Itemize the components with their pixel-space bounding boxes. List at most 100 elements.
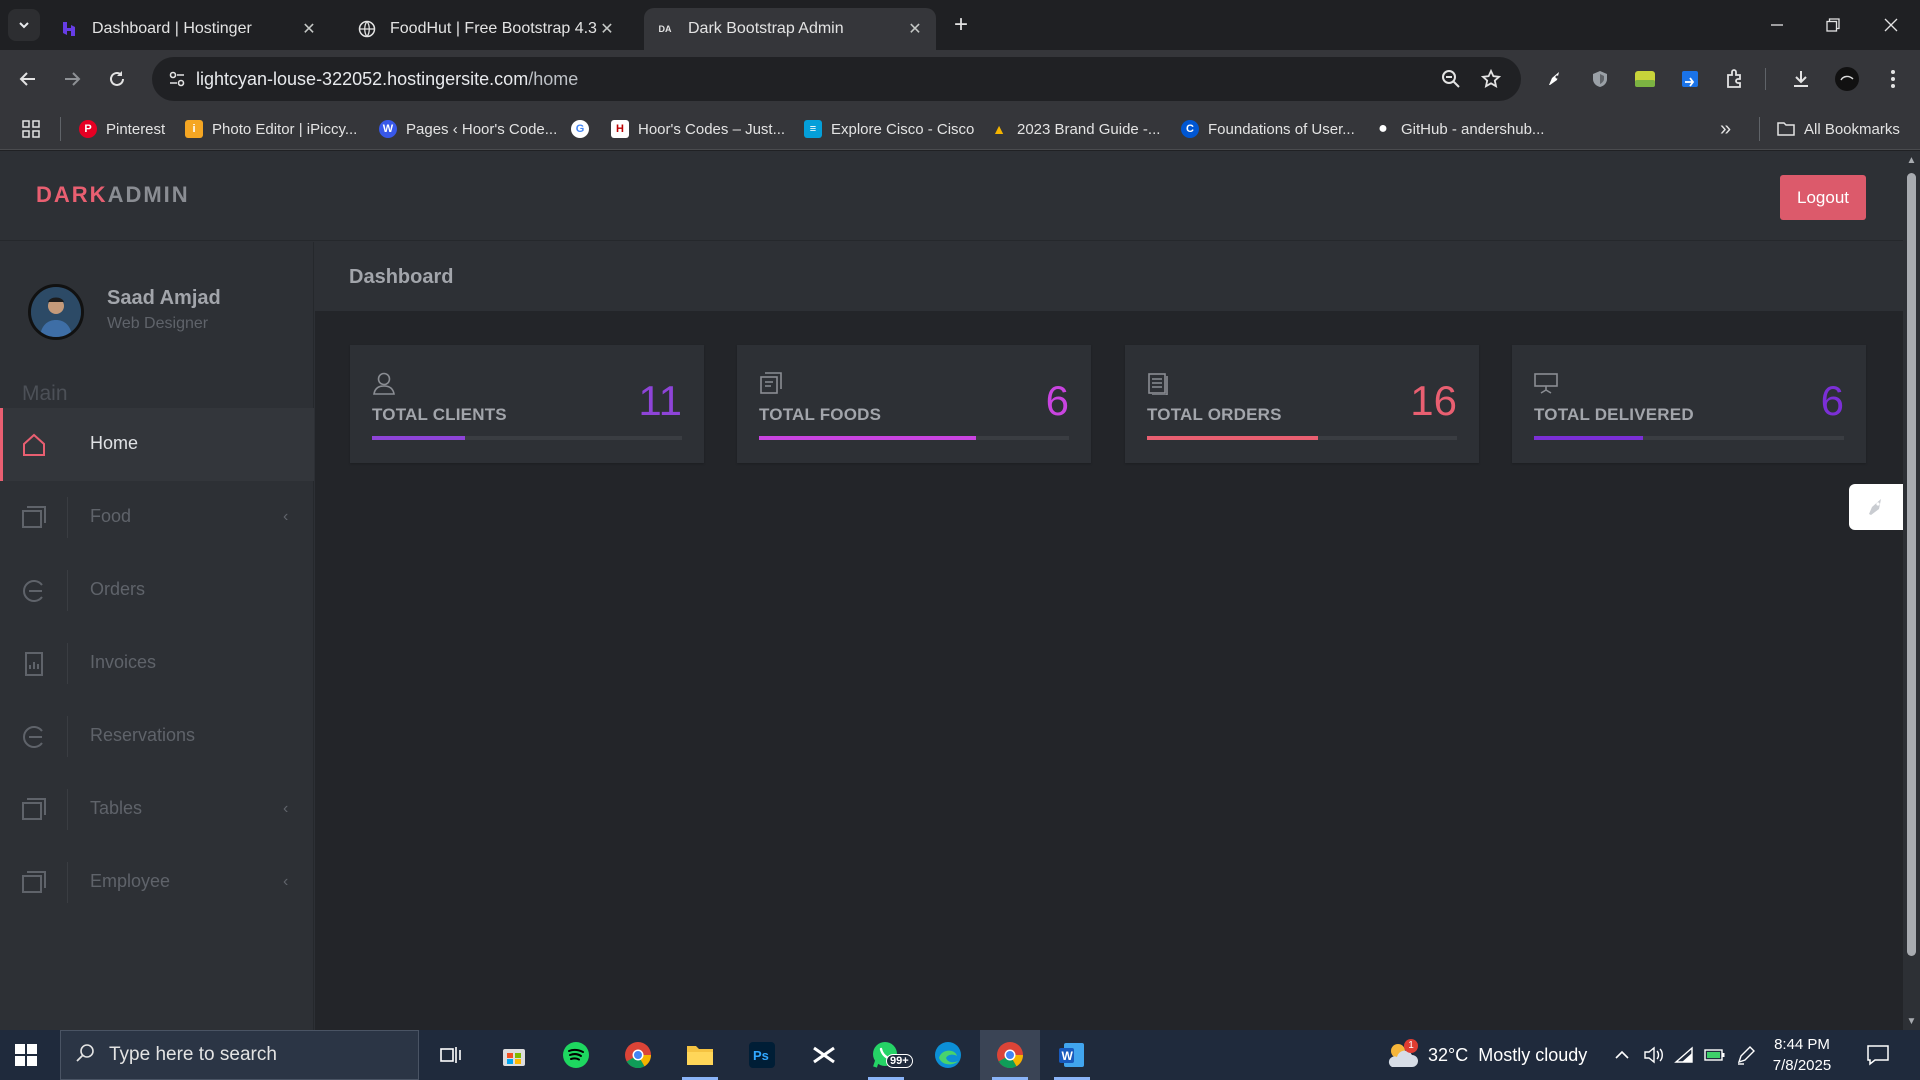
brand-logo[interactable]: DARKADMIN (36, 182, 190, 208)
bookmark-label: Foundations of User... (1208, 120, 1355, 138)
bookmark-ipiccy[interactable]: i Photo Editor | iPiccy... (185, 116, 357, 142)
site-settings-icon[interactable] (162, 64, 192, 94)
employee-icon (21, 870, 47, 896)
bookmark-hoors-codes[interactable]: H Hoor's Codes – Just... (611, 116, 785, 142)
weather-widget[interactable]: 1 32°C Mostly cloudy (1384, 1030, 1587, 1080)
tab-search-button[interactable] (8, 9, 40, 41)
reload-icon[interactable] (102, 64, 132, 94)
tab-title: Dark Bootstrap Admin (688, 20, 844, 37)
sidebar-item-food[interactable]: Food ‹ (0, 481, 314, 554)
notification-center-icon[interactable] (1866, 1030, 1890, 1080)
color-extension-icon[interactable] (1630, 64, 1660, 94)
restore-icon[interactable] (1806, 0, 1860, 50)
bookmark-github[interactable]: ● GitHub - andershub... (1374, 116, 1544, 142)
user-role: Web Designer (107, 315, 209, 332)
sidebar-item-label: Reservations (90, 725, 196, 745)
minimize-icon[interactable] (1750, 0, 1804, 50)
volume-icon[interactable] (1643, 1030, 1665, 1080)
chrome-icon[interactable] (612, 1030, 664, 1080)
brand-part-2: ADMIN (107, 182, 190, 207)
tab-dark-bootstrap-admin[interactable]: DA Dark Bootstrap Admin ✕ (644, 8, 936, 50)
scroll-down-arrow[interactable]: ▼ (1906, 1016, 1917, 1027)
battery-icon[interactable] (1704, 1030, 1726, 1080)
home-icon (21, 432, 47, 458)
bookmark-coursera[interactable]: C Foundations of User... (1181, 116, 1355, 142)
translate-extension-icon[interactable] (1675, 64, 1705, 94)
photoshop-icon[interactable]: Ps (736, 1030, 788, 1080)
url-host: lightcyan-louse-322052.hostingersite.com (196, 69, 529, 89)
capcut-icon[interactable] (798, 1030, 850, 1080)
top-navbar: DARKADMIN Logout (0, 151, 1903, 241)
address-bar[interactable]: lightcyan-louse-322052.hostingersite.com… (152, 57, 1521, 101)
rocket-extension-icon[interactable] (1540, 64, 1570, 94)
bookmark-label: 2023 Brand Guide -... (1017, 120, 1161, 138)
sidebar-item-employee[interactable]: Employee ‹ (0, 846, 314, 919)
more-bookmarks-button[interactable]: » (1720, 116, 1731, 142)
bookmark-pinterest[interactable]: P Pinterest (79, 116, 165, 142)
cisco-icon: ≡ (804, 120, 822, 138)
rocket-float-button[interactable] (1849, 484, 1903, 530)
bookmark-label: Photo Editor | iPiccy... (212, 120, 358, 138)
progress-track (1147, 436, 1457, 440)
chevron-left-icon[interactable]: ‹ (283, 800, 288, 818)
wordpress-icon: W (379, 120, 397, 138)
bookmarks-divider (1759, 117, 1760, 141)
close-tab-icon[interactable]: ✕ (598, 20, 616, 38)
sidebar-item-orders[interactable]: Orders (0, 554, 314, 627)
file-explorer-icon[interactable] (674, 1030, 726, 1080)
zoom-icon[interactable] (1439, 67, 1463, 91)
main-content: Dashboard TOTAL CLIENTS 11 TOTAL FOODS 6… (315, 242, 1903, 1030)
wifi-icon[interactable] (1674, 1030, 1694, 1080)
bookmark-brand-guide[interactable]: ▲ 2023 Brand Guide -... (990, 116, 1160, 142)
word-icon[interactable]: W (1046, 1030, 1098, 1080)
sidebar-item-home[interactable]: Home (0, 408, 314, 481)
chevron-left-icon[interactable]: ‹ (283, 508, 288, 526)
windows-start-icon[interactable] (14, 1043, 38, 1067)
avatar[interactable] (28, 284, 84, 340)
system-clock[interactable]: 8:44 PM 7/8/2025 (1766, 1034, 1838, 1076)
apps-grid-icon[interactable] (22, 116, 40, 142)
close-tab-icon[interactable]: ✕ (300, 20, 318, 38)
chevron-left-icon[interactable]: ‹ (283, 873, 288, 891)
taskbar-search-box[interactable]: Type here to search (60, 1030, 419, 1080)
download-icon[interactable] (1786, 64, 1816, 94)
logout-button[interactable]: Logout (1780, 175, 1866, 220)
show-hidden-icons[interactable] (1614, 1030, 1630, 1080)
edge-icon[interactable] (922, 1030, 974, 1080)
puzzle-extensions-icon[interactable] (1720, 64, 1750, 94)
url-text[interactable]: lightcyan-louse-322052.hostingersite.com… (196, 69, 578, 90)
globe-icon (358, 20, 376, 38)
close-tab-icon[interactable]: ✕ (906, 20, 924, 38)
new-tab-button[interactable]: + (948, 11, 974, 38)
bookmark-label: Pages ‹ Hoor's Code... (406, 120, 558, 138)
search-placeholder: Type here to search (109, 1044, 277, 1065)
user-photo-icon (31, 287, 81, 337)
progress-track (372, 436, 682, 440)
chrome-active-icon[interactable] (980, 1030, 1040, 1080)
page-scrollbar[interactable]: ▲ ▼ (1903, 151, 1920, 1030)
close-window-icon[interactable] (1864, 0, 1918, 50)
bookmark-star-icon[interactable] (1479, 67, 1503, 91)
sidebar-item-tables[interactable]: Tables ‹ (0, 773, 314, 846)
scrollbar-thumb[interactable] (1907, 173, 1916, 956)
microsoft-store-icon[interactable] (488, 1030, 540, 1080)
all-bookmarks-button[interactable]: All Bookmarks (1777, 116, 1900, 142)
tab-foodhut[interactable]: FoodHut | Free Bootstrap 4.3.x ✕ (346, 8, 628, 50)
bookmark-cisco[interactable]: ≡ Explore Cisco - Cisco (804, 116, 974, 142)
whatsapp-icon[interactable]: 99+ (860, 1030, 913, 1080)
task-view-icon[interactable] (425, 1030, 477, 1080)
shield-extension-icon[interactable] (1585, 64, 1615, 94)
kebab-menu-icon[interactable] (1878, 64, 1908, 94)
pen-icon[interactable] (1736, 1030, 1756, 1080)
notification-badge: 99+ (886, 1054, 913, 1068)
forward-arrow-icon[interactable] (57, 64, 87, 94)
bookmark-wordpress[interactable]: W Pages ‹ Hoor's Code... (379, 116, 557, 142)
bookmark-google[interactable]: G (571, 116, 598, 142)
scroll-up-arrow[interactable]: ▲ (1906, 155, 1917, 166)
spotify-icon[interactable] (550, 1030, 602, 1080)
tab-hostinger[interactable]: Dashboard | Hostinger ✕ (48, 8, 330, 50)
back-arrow-icon[interactable] (13, 64, 43, 94)
sidebar-item-invoices[interactable]: Invoices (0, 627, 314, 700)
profile-avatar-icon[interactable] (1832, 64, 1862, 94)
sidebar-item-reservations[interactable]: Reservations (0, 700, 314, 773)
